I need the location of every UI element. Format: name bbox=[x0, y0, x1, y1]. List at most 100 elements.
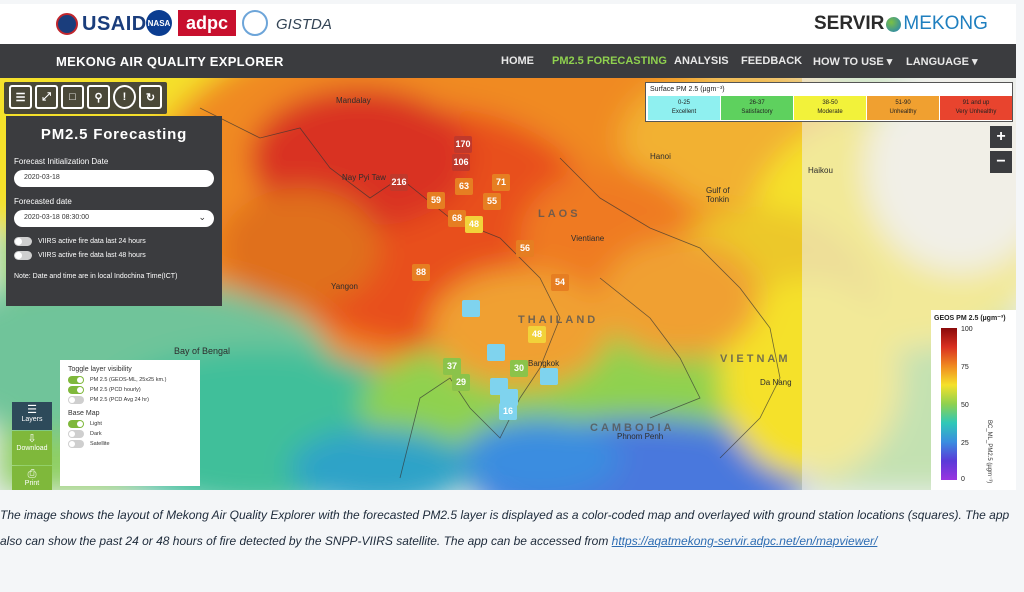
basemap-label: Light bbox=[90, 421, 102, 427]
station-marker[interactable]: 30 bbox=[510, 360, 528, 377]
layer-toggle-row[interactable]: PM 2.5 (PCD Avg 24 hr) bbox=[68, 396, 192, 404]
basemap-toggle-row[interactable]: Light bbox=[68, 420, 192, 428]
aqi-range: 51-90 bbox=[895, 100, 911, 106]
init-date-label: Forecast Initialization Date bbox=[14, 157, 109, 166]
aqi-category: 26-37 Satisfactory bbox=[721, 96, 793, 120]
forecast-date-label: Forecasted date bbox=[14, 197, 72, 206]
station-marker[interactable]: 55 bbox=[483, 193, 501, 210]
nav-home[interactable]: HOME bbox=[501, 55, 534, 67]
download-button[interactable]: ⇩ Download bbox=[12, 431, 52, 465]
basemap-label: Satellite bbox=[90, 441, 110, 447]
aqi-label: Satisfactory bbox=[741, 109, 773, 115]
basemap-toggle[interactable] bbox=[68, 420, 84, 428]
nav-language[interactable]: LANGUAGE ▾ bbox=[906, 55, 978, 68]
layer-label: PM 2.5 (PCD hourly) bbox=[90, 387, 141, 393]
layer-toggle-row[interactable]: PM 2.5 (PCD hourly) bbox=[68, 386, 192, 394]
basemap-toggle[interactable] bbox=[68, 430, 84, 438]
city-label: Hanoi bbox=[650, 152, 671, 161]
layer-toggle[interactable] bbox=[68, 386, 84, 394]
layers-icon[interactable]: ☰ bbox=[9, 85, 32, 109]
map-view[interactable]: Mandalay Nay Pyi Taw Yangon Bay of Benga… bbox=[0, 78, 1016, 490]
fire48-toggle-row[interactable]: VIIRS active fire data last 48 hours bbox=[14, 251, 214, 260]
print-icon: ⎙ bbox=[27, 468, 37, 480]
layer-toggle-row[interactable]: PM 2.5 (GEOS-ML, 25x25 km.) bbox=[68, 376, 192, 384]
zoom-in-button[interactable]: + bbox=[990, 126, 1012, 148]
aqi-category: 51-90 Unhealthy bbox=[867, 96, 939, 120]
city-label: Vientiane bbox=[571, 234, 605, 243]
basemap-toggle[interactable] bbox=[68, 440, 84, 448]
station-marker[interactable]: 56 bbox=[516, 240, 534, 257]
station-marker[interactable]: 29 bbox=[452, 374, 470, 391]
station-marker[interactable]: 59 bbox=[427, 192, 445, 209]
city-label: Mandalay bbox=[336, 96, 371, 105]
station-marker[interactable]: 216 bbox=[390, 174, 408, 191]
info-icon[interactable]: ! bbox=[113, 85, 136, 109]
top-nav: MEKONG AIR QUALITY EXPLORER HOME PM2.5 F… bbox=[0, 44, 1016, 78]
nav-analysis[interactable]: ANALYSIS bbox=[674, 55, 729, 67]
basemap-toggle-row[interactable]: Satellite bbox=[68, 440, 192, 448]
fire24-toggle[interactable] bbox=[14, 237, 32, 246]
station-marker[interactable]: 170 bbox=[454, 136, 472, 153]
forecast-date-value: 2020-03-18 08:30:00 bbox=[24, 214, 89, 221]
station-marker[interactable]: 88 bbox=[412, 264, 430, 281]
geos-legend-title: GEOS PM 2.5 (µgm⁻³) bbox=[934, 314, 1006, 322]
logo-bar: USAID NASA adpc GISTDA SERVIR MEKONG bbox=[0, 4, 1016, 44]
print-button[interactable]: ⎙ Print bbox=[12, 466, 52, 490]
sea-label: Gulf of Tonkin bbox=[706, 186, 730, 204]
layer-toggle[interactable] bbox=[68, 396, 84, 404]
fullscreen-icon[interactable]: ⤢ bbox=[35, 85, 58, 109]
layer-label: PM 2.5 (PCD Avg 24 hr) bbox=[90, 397, 149, 403]
figure-caption: The image shows the layout of Mekong Air… bbox=[0, 502, 1016, 554]
zoom-out-button[interactable]: − bbox=[990, 151, 1012, 173]
stack-icon: ☰ bbox=[27, 404, 37, 416]
nav-feedback[interactable]: FEEDBACK bbox=[741, 55, 802, 67]
mapviewer-link[interactable]: https://aqatmekong-servir.adpc.net/en/ma… bbox=[612, 534, 878, 548]
map-toolbar: ☰ ⤢ □ ⚲ ! ↻ bbox=[4, 82, 167, 114]
layer-label: PM 2.5 (GEOS-ML, 25x25 km.) bbox=[90, 377, 167, 383]
forecast-date-select[interactable]: 2020-03-18 08:30:00 ⌄ bbox=[14, 210, 214, 227]
layer-panel-title: Toggle layer visibility bbox=[68, 366, 132, 373]
init-date-input[interactable]: 2020-03-18 bbox=[14, 170, 214, 187]
fire24-toggle-row[interactable]: VIIRS active fire data last 24 hours bbox=[14, 237, 214, 246]
station-marker[interactable]: 68 bbox=[448, 210, 466, 227]
aqi-legend: Surface PM 2.5 (µgm⁻³) 0-25 Excellent 26-… bbox=[645, 82, 1013, 122]
station-marker[interactable]: 71 bbox=[492, 174, 510, 191]
globe-icon bbox=[886, 16, 902, 32]
print-button-label: Print bbox=[24, 480, 40, 487]
aqi-category: 38-50 Moderate bbox=[794, 96, 866, 120]
adpc-logo: adpc bbox=[178, 10, 236, 36]
station-marker[interactable] bbox=[462, 300, 480, 317]
station-marker[interactable]: 54 bbox=[551, 274, 569, 291]
layer-visibility-panel: Toggle layer visibility PM 2.5 (GEOS-ML,… bbox=[60, 360, 200, 486]
city-label: Da Nang bbox=[760, 378, 792, 387]
fire48-toggle[interactable] bbox=[14, 251, 32, 260]
nav-pm25-forecasting[interactable]: PM2.5 FORECASTING bbox=[552, 55, 667, 67]
colorbar-tick: 50 bbox=[961, 402, 969, 409]
country-label: THAILAND bbox=[518, 314, 599, 326]
aqi-range: 26-37 bbox=[749, 100, 765, 106]
station-marker[interactable]: 63 bbox=[455, 178, 473, 195]
layer-toggle[interactable] bbox=[68, 376, 84, 384]
geos-legend: GEOS PM 2.5 (µgm⁻³) 100 75 50 25 0 BC_ML… bbox=[931, 310, 1016, 490]
refresh-icon[interactable]: ↻ bbox=[139, 85, 162, 109]
basemap-toggle-row[interactable]: Dark bbox=[68, 430, 192, 438]
aqi-range: 91 and up bbox=[962, 100, 990, 106]
app-title: MEKONG AIR QUALITY EXPLORER bbox=[56, 54, 284, 69]
station-marker[interactable]: 48 bbox=[465, 216, 483, 233]
city-label: Nay Pyi Taw bbox=[342, 173, 386, 182]
nav-how-to-use[interactable]: HOW TO USE ▾ bbox=[813, 55, 892, 68]
station-marker[interactable] bbox=[500, 389, 518, 406]
station-marker[interactable] bbox=[540, 368, 558, 385]
location-pin-icon[interactable]: ⚲ bbox=[87, 85, 110, 109]
station-marker[interactable]: 37 bbox=[443, 358, 461, 375]
station-marker[interactable] bbox=[487, 344, 505, 361]
select-area-icon[interactable]: □ bbox=[61, 85, 84, 109]
timezone-note: Note: Date and time are in local Indochi… bbox=[14, 273, 178, 280]
servir-text: SERVIR bbox=[814, 13, 885, 34]
station-marker[interactable]: 48 bbox=[528, 326, 546, 343]
gistda-text: GISTDA bbox=[276, 15, 332, 33]
usaid-text: USAID bbox=[82, 12, 147, 35]
station-marker[interactable]: 106 bbox=[452, 154, 470, 171]
aqi-label: Moderate bbox=[817, 109, 843, 115]
layers-button[interactable]: ☰ Layers bbox=[12, 402, 52, 430]
